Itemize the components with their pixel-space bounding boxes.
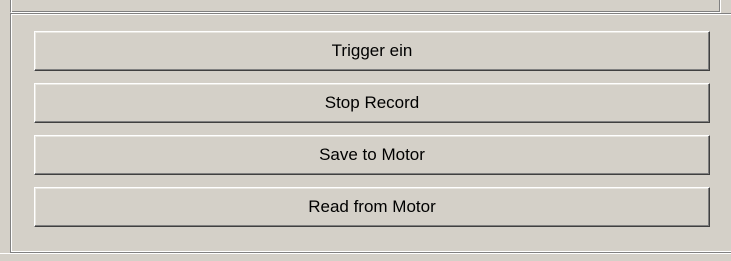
read-from-motor-label: Read from Motor bbox=[308, 197, 436, 216]
read-from-motor-button[interactable]: Read from Motor bbox=[34, 187, 710, 227]
trigger-ein-button[interactable]: Trigger ein bbox=[34, 31, 710, 71]
motor-control-window: Trigger ein Stop Record Save to Motor Re… bbox=[0, 0, 731, 261]
stop-record-button[interactable]: Stop Record bbox=[34, 83, 710, 123]
save-to-motor-button[interactable]: Save to Motor bbox=[34, 135, 710, 175]
save-to-motor-label: Save to Motor bbox=[319, 145, 425, 164]
upper-group-box bbox=[10, 0, 721, 13]
bottom-divider bbox=[0, 253, 731, 254]
stop-record-label: Stop Record bbox=[324, 93, 420, 112]
trigger-ein-label: Trigger ein bbox=[331, 41, 413, 60]
